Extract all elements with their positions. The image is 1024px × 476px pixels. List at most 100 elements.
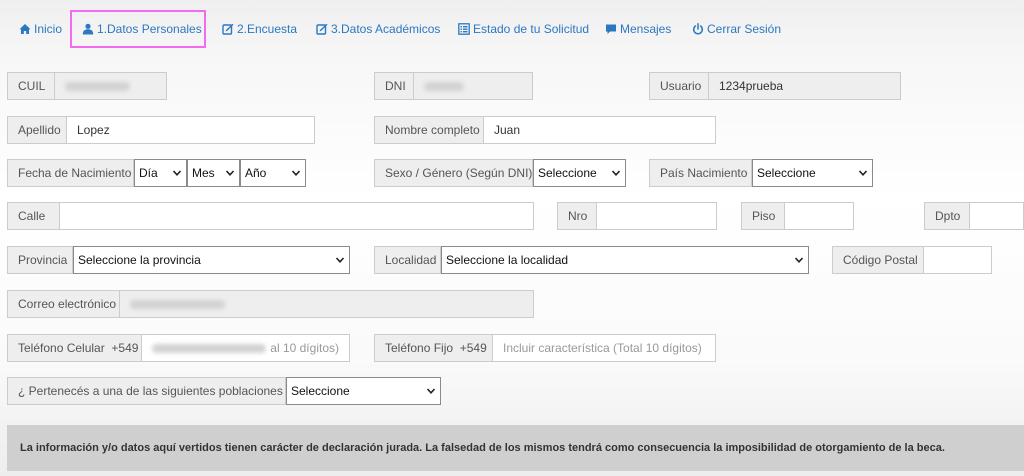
apellido-input[interactable]: Lopez [67,116,315,144]
provincia-select-value: Seleccione la provincia [78,253,201,267]
telefono-celular-group: Teléfono Celular +549 al 10 dígitos) [7,334,350,362]
apellido-label: Apellido [7,116,67,144]
localidad-select-value: Seleccione la localidad [446,253,569,267]
calle-label: Calle [7,202,60,230]
dni-field[interactable] [414,72,533,100]
calle-input[interactable] [60,202,534,230]
dpto-label: Dpto [924,202,970,230]
telefono-fijo-label: Teléfono Fijo +549 [374,334,493,362]
nav-mensajes[interactable]: Mensajes [605,10,671,48]
nav-estado-solicitud-label: Estado de tu Solicitud [473,22,590,36]
calle-group: Calle [7,202,534,230]
nro-label: Nro [557,202,597,230]
telefono-fijo-prefix: +549 [459,341,487,355]
nav-inicio[interactable]: Inicio [19,10,62,48]
telefono-celular-placeholder: al 10 dígitos) [270,341,339,355]
sexo-label: Sexo / Género (Según DNI) [374,159,533,187]
sexo-select[interactable]: Seleccione [533,159,626,187]
nav-inicio-label: Inicio [34,22,63,36]
top-nav: Inicio 1.Datos Personales 2.Encuesta 3.D… [0,10,1024,48]
nav-datos-academicos-label: 3.Datos Académicos [331,22,441,36]
telefono-fijo-group: Teléfono Fijo +549 Incluir característic… [374,334,716,362]
piso-group: Piso [741,202,854,230]
chevron-down-icon [426,388,436,394]
codigo-postal-input[interactable] [924,246,992,274]
localidad-label: Localidad [374,246,441,274]
poblaciones-label: ¿ Pertenecés a una de las siguientes pob… [7,377,293,405]
poblaciones-select[interactable]: Seleccione [286,377,441,405]
cuil-field[interactable] [55,72,167,100]
provincia-select[interactable]: Seleccione la provincia [73,246,350,274]
edit-icon [316,23,328,35]
chevron-down-icon [611,170,621,176]
nav-estado-solicitud[interactable]: Estado de tu Solicitud [458,10,589,48]
usuario-group: Usuario 1234prueba [649,72,901,100]
dni-group: DNI [374,72,533,100]
chevron-down-icon [291,170,301,176]
telefono-celular-prefix: +549 [111,341,139,355]
declaracion-jurada-notice: La información y/o datos aquí vertidos t… [7,425,1024,471]
correo-field[interactable] [120,290,534,318]
anio-select[interactable]: Año [240,159,306,187]
apellido-group: Apellido Lopez [7,116,315,144]
dpto-input[interactable] [970,202,1024,230]
cuil-group: CUIL [7,72,167,100]
user-icon [82,23,94,35]
poblaciones-select-value: Seleccione [291,384,350,398]
pais-nacimiento-group: País Nacimiento Seleccione [649,159,873,187]
fecha-nacimiento-group: Fecha de Nacimiento Día Mes Año [7,159,306,187]
telefono-fijo-input[interactable]: Incluir característica (Total 10 dígitos… [493,334,716,362]
correo-group: Correo electrónico [7,290,534,318]
chevron-down-icon [335,257,345,263]
nav-datos-personales-label: 1.Datos Personales [97,22,202,36]
nav-cerrar-sesion[interactable]: Cerrar Sesión [692,10,781,48]
chevron-down-icon [794,257,804,263]
nav-datos-academicos[interactable]: 3.Datos Académicos [316,10,440,48]
chevron-down-icon [172,170,182,176]
dia-select[interactable]: Día [134,159,187,187]
nombre-label: Nombre completo [374,116,484,144]
pais-nacimiento-label: País Nacimiento [649,159,752,187]
piso-label: Piso [741,202,785,230]
nav-mensajes-label: Mensajes [620,22,672,36]
home-icon [19,24,31,34]
nombre-group: Nombre completo Juan [374,116,716,144]
nav-cerrar-sesion-label: Cerrar Sesión [707,22,782,36]
pais-nacimiento-select[interactable]: Seleccione [752,159,873,187]
nombre-input[interactable]: Juan [484,116,716,144]
usuario-field[interactable]: 1234prueba [709,72,901,100]
telefono-celular-label-text: Teléfono Celular [18,341,105,355]
chat-icon [606,24,616,34]
power-icon [693,23,703,35]
nro-input[interactable] [597,202,717,230]
mes-select-value: Mes [192,166,215,180]
telefono-celular-input[interactable]: al 10 dígitos) [142,334,350,362]
localidad-select[interactable]: Seleccione la localidad [441,246,809,274]
declaracion-jurada-text: La información y/o datos aquí vertidos t… [20,442,945,454]
dpto-group: Dpto [924,202,1024,230]
provincia-group: Provincia Seleccione la provincia [7,246,350,274]
nav-encuesta[interactable]: 2.Encuesta [222,10,297,48]
nav-datos-personales[interactable]: 1.Datos Personales [70,10,206,48]
nro-group: Nro [557,202,717,230]
mes-select[interactable]: Mes [187,159,240,187]
list-icon [458,23,470,35]
pais-nacimiento-select-value: Seleccione [757,166,816,180]
piso-input[interactable] [785,202,854,230]
dni-label: DNI [374,72,414,100]
provincia-label: Provincia [7,246,73,274]
sexo-select-value: Seleccione [538,166,597,180]
sexo-group: Sexo / Género (Según DNI) Seleccione [374,159,626,187]
telefono-celular-label: Teléfono Celular +549 [7,334,142,362]
chevron-down-icon [225,170,235,176]
fecha-nacimiento-label: Fecha de Nacimiento [7,159,134,187]
telefono-fijo-label-text: Teléfono Fijo [385,341,454,355]
anio-select-value: Año [245,166,267,180]
localidad-group: Localidad Seleccione la localidad [374,246,809,274]
codigo-postal-group: Código Postal [832,246,992,274]
codigo-postal-label: Código Postal [832,246,924,274]
usuario-label: Usuario [649,72,709,100]
dia-select-value: Día [139,166,158,180]
correo-label: Correo electrónico [7,290,120,318]
nav-encuesta-label: 2.Encuesta [237,22,298,36]
